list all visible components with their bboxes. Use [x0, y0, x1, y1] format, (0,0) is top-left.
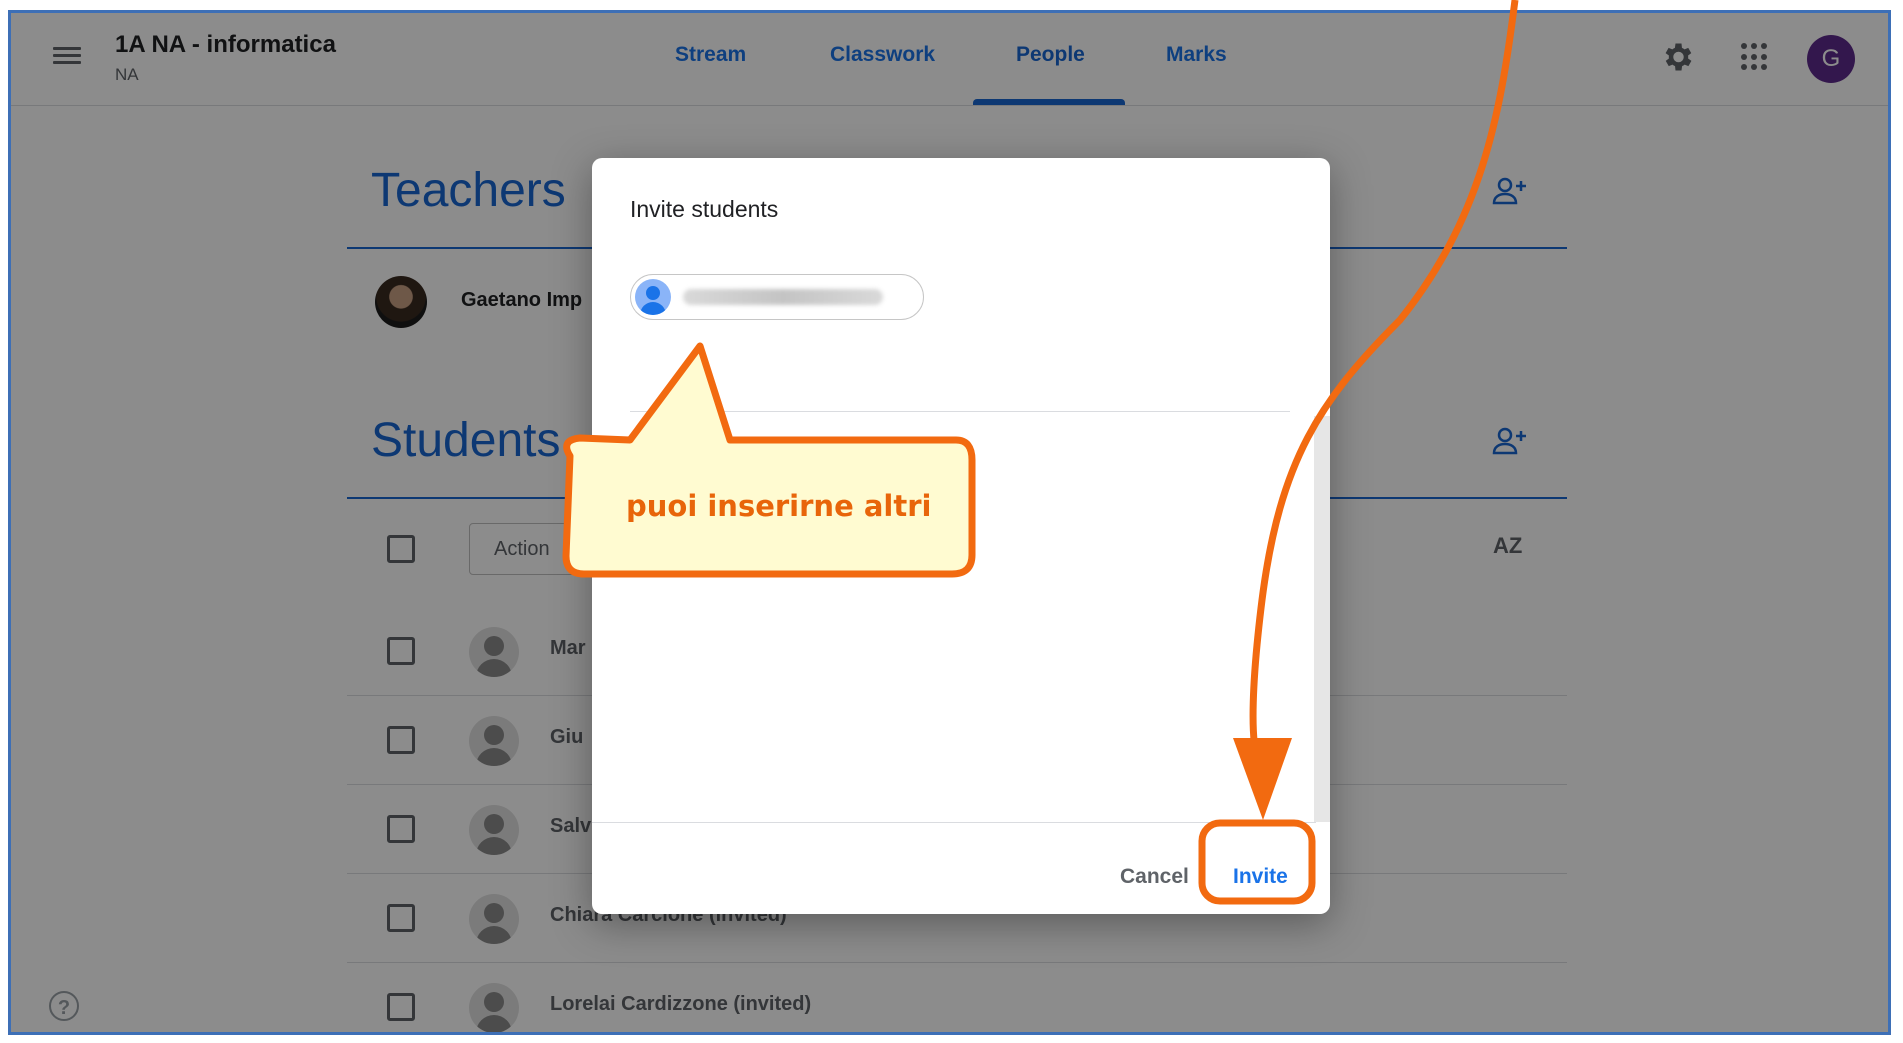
- classroom-app: 1A NA - informatica NA Stream Classwork …: [11, 13, 1888, 1032]
- dialog-title: Invite students: [630, 196, 779, 222]
- callout-text: puoi inserirne altri: [626, 489, 932, 523]
- person-icon: [635, 279, 671, 315]
- invite-students-dialog: Invite students Cancel Invite: [592, 158, 1330, 914]
- cancel-button[interactable]: Cancel: [1120, 865, 1189, 889]
- invitee-chip[interactable]: [630, 274, 924, 320]
- screenshot-frame: 1A NA - informatica NA Stream Classwork …: [8, 10, 1891, 1035]
- blurred-email: [683, 289, 883, 305]
- dialog-footer-divider: [592, 822, 1316, 823]
- dialog-divider: [630, 411, 1290, 412]
- dialog-scrollbar[interactable]: [1314, 416, 1330, 822]
- invite-button[interactable]: Invite: [1233, 865, 1288, 889]
